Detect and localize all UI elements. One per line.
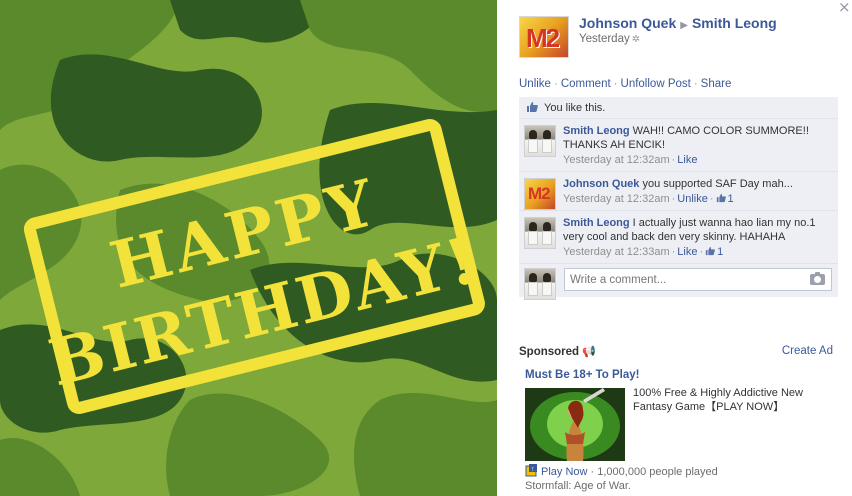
comments-box: You like this. Smith Leong WAH!! CAMO CO…	[519, 97, 838, 300]
comment-item: Smith Leong I actually just wanna hao li…	[519, 211, 838, 264]
comment-author[interactable]: Smith Leong	[563, 125, 630, 137]
birthday-photo[interactable]: HAPPY BIRTHDAY!	[0, 0, 497, 496]
comment-author[interactable]: Smith Leong	[563, 217, 630, 229]
sponsored-header: Sponsored 📢 Create Ad	[519, 345, 833, 358]
megaphone-icon: 📢	[582, 345, 596, 358]
author-link[interactable]: Johnson Quek	[579, 15, 676, 31]
camo-birthday-image: HAPPY BIRTHDAY!	[0, 0, 497, 496]
ad-image[interactable]	[525, 388, 625, 461]
sponsored-ad: Must Be 18+ To Play! 100% Free & Highly …	[525, 369, 845, 492]
comment-like-count[interactable]: 1	[716, 193, 734, 205]
comment-item: Smith Leong WAH!! CAMO COLOR SUMMORE!! T…	[519, 119, 838, 172]
ad-app-name: Stormfall: Age of War.	[525, 480, 631, 492]
camera-icon[interactable]	[810, 272, 825, 285]
thumbs-up-icon	[716, 193, 726, 203]
game-app-icon: ↑	[525, 464, 537, 477]
author-avatar[interactable]: M2	[519, 16, 569, 58]
commenter-avatar[interactable]	[524, 217, 556, 249]
privacy-gear-icon[interactable]: ✲	[632, 34, 640, 45]
comment-time[interactable]: Yesterday at 12:32am	[563, 154, 670, 166]
comment-time[interactable]: Yesterday at 12:33am	[563, 246, 670, 258]
ad-social-text: · 1,000,000 people played	[590, 466, 718, 478]
likes-summary: You like this.	[519, 97, 838, 119]
comment-like-count-text: 1	[727, 193, 734, 205]
comment-text: you supported SAF Day mah...	[642, 178, 793, 190]
thumbs-up-icon	[705, 246, 716, 256]
commenter-avatar[interactable]	[524, 125, 556, 157]
photo-sidebar: M2 Johnson Quek ▶ Smith Leong Yesterday ✲ U…	[519, 0, 852, 496]
svg-text:↑: ↑	[531, 466, 535, 473]
create-ad-link[interactable]: Create Ad	[782, 345, 833, 357]
post-actions: Unlike · Comment · Unfollow Post · Share	[519, 78, 732, 90]
comment-link[interactable]: Comment	[561, 78, 611, 90]
comment-input[interactable]	[564, 268, 832, 291]
my-avatar[interactable]	[524, 268, 556, 300]
likes-text: You like this.	[544, 102, 606, 114]
post-timestamp: Yesterday ✲	[579, 33, 640, 45]
comment-like-count-text: 1	[717, 246, 724, 258]
commenter-avatar[interactable]: M2	[524, 178, 556, 210]
thumbs-up-icon	[527, 102, 538, 112]
share-link[interactable]: Share	[701, 78, 732, 90]
ad-description: 100% Free & Highly Addictive New Fantasy…	[633, 387, 803, 413]
play-now-link[interactable]: Play Now	[541, 466, 587, 478]
ad-footer: ↑ Play Now · 1,000,000 people played Stor…	[525, 464, 718, 493]
write-comment-row	[519, 264, 838, 300]
comment-like-link[interactable]: Like	[677, 154, 697, 166]
comment-author[interactable]: Johnson Quek	[563, 178, 639, 190]
post-time-text[interactable]: Yesterday	[579, 33, 630, 45]
comment-like-count[interactable]: 1	[705, 246, 723, 258]
comment-item: M2 Johnson Quek you supported SAF Day ma…	[519, 172, 838, 211]
ad-title-link[interactable]: Must Be 18+ To Play!	[525, 369, 845, 381]
comment-time[interactable]: Yesterday at 12:32am	[563, 193, 670, 205]
post-header: Johnson Quek ▶ Smith Leong	[579, 15, 777, 31]
sponsored-label: Sponsored	[519, 346, 580, 358]
target-link[interactable]: Smith Leong	[692, 15, 777, 31]
comment-unlike-link[interactable]: Unlike	[677, 193, 708, 205]
ad-game-character-image	[525, 388, 625, 461]
comment-like-link[interactable]: Like	[677, 246, 697, 258]
unlike-link[interactable]: Unlike	[519, 78, 551, 90]
arrow-right-icon: ▶	[680, 20, 688, 31]
unfollow-post-link[interactable]: Unfollow Post	[621, 78, 691, 90]
